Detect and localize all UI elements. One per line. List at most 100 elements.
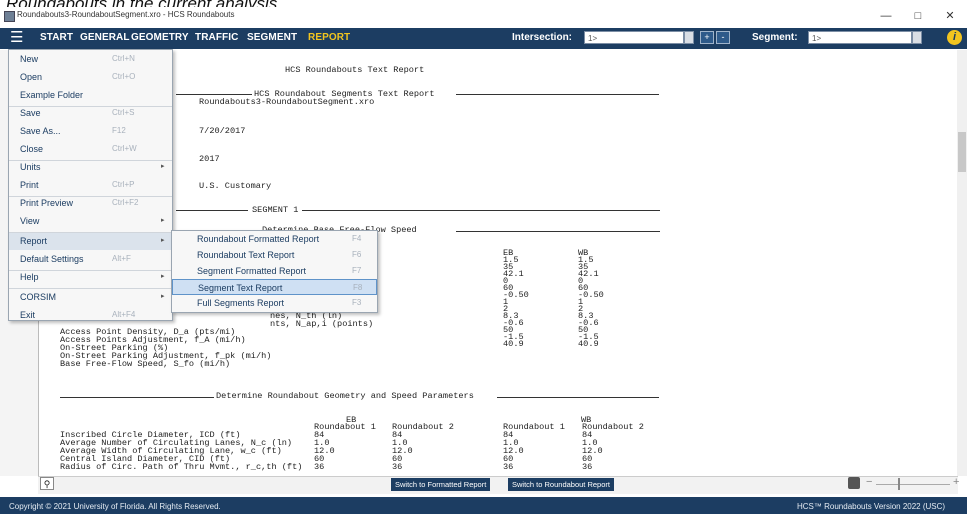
submenu-item-label: Full Segments Report — [197, 298, 285, 308]
submenu-item-label: Roundabout Text Report — [197, 250, 295, 260]
cell-value: 36 — [582, 462, 593, 472]
row-label: Radius of Circ. Path of Thru Mvmt., r_c,… — [60, 462, 303, 472]
menu-item-label: Help — [20, 272, 39, 282]
divider — [497, 397, 659, 398]
tab-segment[interactable]: SEGMENT — [247, 32, 297, 43]
tab-start[interactable]: START — [40, 32, 73, 43]
submenu-item-label: Segment Formatted Report — [197, 266, 307, 276]
menu-item-label: Print — [20, 180, 39, 190]
menu-shortcut: Alt+F4 — [112, 310, 136, 319]
zoom-slider-thumb[interactable] — [898, 478, 900, 490]
menu-item-label: Units — [20, 162, 41, 172]
chevron-right-icon: ▸ — [161, 293, 165, 300]
remove-intersection-button[interactable]: - — [716, 31, 730, 44]
ffs-label: nts, N_ap,i (points) — [270, 319, 374, 329]
info-icon[interactable]: i — [947, 30, 962, 45]
menu-separator — [9, 196, 172, 197]
menu-item-corsim[interactable]: CORSIM ▸ — [9, 288, 172, 306]
menu-item-exit[interactable]: Exit Alt+F4 — [9, 306, 172, 324]
menu-shortcut: Ctrl+N — [112, 54, 135, 63]
submenu-item-segment-text-report[interactable]: Segment Text Report F8 — [172, 279, 377, 295]
menu-item-new[interactable]: New Ctrl+N — [9, 50, 172, 68]
menu-separator — [9, 232, 172, 233]
menu-separator — [9, 270, 172, 271]
divider — [456, 231, 660, 232]
segment-dropdown-icon[interactable] — [912, 31, 922, 44]
menu-item-default-settings[interactable]: Default Settings Alt+F — [9, 250, 172, 268]
copyright-text: Copyright © 2021 University of Florida. … — [9, 502, 221, 511]
zoom-out-button[interactable]: − — [866, 476, 872, 488]
submenu-item-roundabout-formatted-report[interactable]: Roundabout Formatted Report F4 — [172, 231, 377, 247]
menu-item-label: New — [20, 54, 39, 64]
divider — [176, 94, 252, 95]
menu-item-label: Example Folder — [20, 90, 84, 100]
menu-item-label: Print Preview — [20, 198, 74, 208]
search-icon[interactable]: ⚲ — [40, 477, 54, 490]
chevron-right-icon: ▸ — [161, 237, 165, 244]
zoom-icon[interactable] — [848, 477, 860, 489]
submenu-item-label: Segment Text Report — [198, 283, 283, 293]
app-icon — [4, 11, 15, 22]
divider — [302, 210, 660, 211]
vertical-scrollbar[interactable] — [957, 50, 967, 476]
report-year: 2017 — [199, 154, 220, 164]
chevron-right-icon: ▸ — [161, 217, 165, 224]
tab-report[interactable]: REPORT — [308, 32, 350, 43]
menu-item-label: Exit — [20, 310, 36, 320]
maximize-button[interactable]: □ — [908, 9, 928, 23]
menu-shortcut: F8 — [353, 283, 363, 292]
menu-shortcut: Alt+F — [112, 254, 131, 263]
menu-item-label: Save — [20, 108, 41, 118]
menu-item-open[interactable]: Open Ctrl+O — [9, 68, 172, 86]
menu-item-close[interactable]: Close Ctrl+W — [9, 140, 172, 158]
tab-traffic[interactable]: TRAFFIC — [195, 32, 238, 43]
cell-value: 36 — [392, 462, 403, 472]
switch-roundabout-button[interactable]: Switch to Roundabout Report — [508, 478, 614, 491]
close-button[interactable]: ✕ — [940, 9, 960, 23]
tab-geometry[interactable]: GEOMETRY — [131, 32, 189, 43]
divider — [456, 94, 659, 95]
scrollbar-thumb[interactable] — [958, 132, 966, 172]
submenu-item-roundabout-text-report[interactable]: Roundabout Text Report F6 — [172, 247, 377, 263]
minimize-button[interactable]: — — [876, 9, 896, 23]
report-main-title: HCS Roundabouts Text Report — [285, 65, 425, 75]
ffs-value: 40.9 — [503, 339, 524, 349]
menu-shortcut: F12 — [112, 126, 126, 135]
submenu-item-label: Roundabout Formatted Report — [197, 234, 320, 244]
report-submenu: Roundabout Formatted Report F4 Roundabout … — [171, 230, 378, 313]
zoom-in-button[interactable]: + — [953, 476, 959, 488]
menu-item-save-as[interactable]: Save As... F12 — [9, 122, 172, 140]
menu-shortcut: Ctrl+O — [112, 72, 136, 81]
menu-shortcut: F7 — [352, 266, 362, 275]
divider — [60, 397, 214, 398]
submenu-item-segment-formatted-report[interactable]: Segment Formatted Report F7 — [172, 263, 377, 279]
menu-item-report[interactable]: Report ▸ — [9, 232, 172, 250]
hamburger-icon[interactable]: ☰ — [10, 30, 23, 46]
window-title: Roundabouts3-RoundaboutSegment.xro - HCS… — [17, 10, 235, 19]
segment-select[interactable]: 1> — [808, 31, 912, 44]
segment-heading: SEGMENT 1 — [252, 205, 299, 215]
file-menu: New Ctrl+N Open Ctrl+O Example Folder Save Ctr… — [8, 49, 173, 321]
zoom-slider[interactable] — [876, 484, 950, 485]
menu-item-label: View — [20, 216, 40, 226]
version-text: HCS™ Roundabouts Version 2022 (USC) — [797, 502, 946, 511]
menu-item-example-folder[interactable]: Example Folder — [9, 86, 172, 104]
submenu-item-full-segments-report[interactable]: Full Segments Report F3 — [172, 295, 377, 311]
intersection-select[interactable]: 1> — [584, 31, 684, 44]
segment-label: Segment: — [752, 32, 798, 43]
report-date: 7/20/2017 — [199, 126, 246, 136]
menu-item-label: Save As... — [20, 126, 61, 136]
add-intersection-button[interactable]: + — [700, 31, 714, 44]
menu-separator — [9, 106, 172, 107]
switch-formatted-button[interactable]: Switch to Formatted Report — [391, 478, 491, 491]
menu-separator — [9, 288, 172, 289]
report-toolbar — [38, 476, 958, 494]
menu-item-label: Close — [20, 144, 44, 154]
tab-general[interactable]: GENERAL — [80, 32, 130, 43]
menu-item-print[interactable]: Print Ctrl+P — [9, 176, 172, 194]
menu-shortcut: Ctrl+W — [112, 144, 137, 153]
intersection-dropdown-icon[interactable] — [684, 31, 694, 44]
menu-item-view[interactable]: View ▸ — [9, 212, 172, 230]
menu-item-label: Default Settings — [20, 254, 84, 264]
cell-value: 36 — [314, 462, 325, 472]
